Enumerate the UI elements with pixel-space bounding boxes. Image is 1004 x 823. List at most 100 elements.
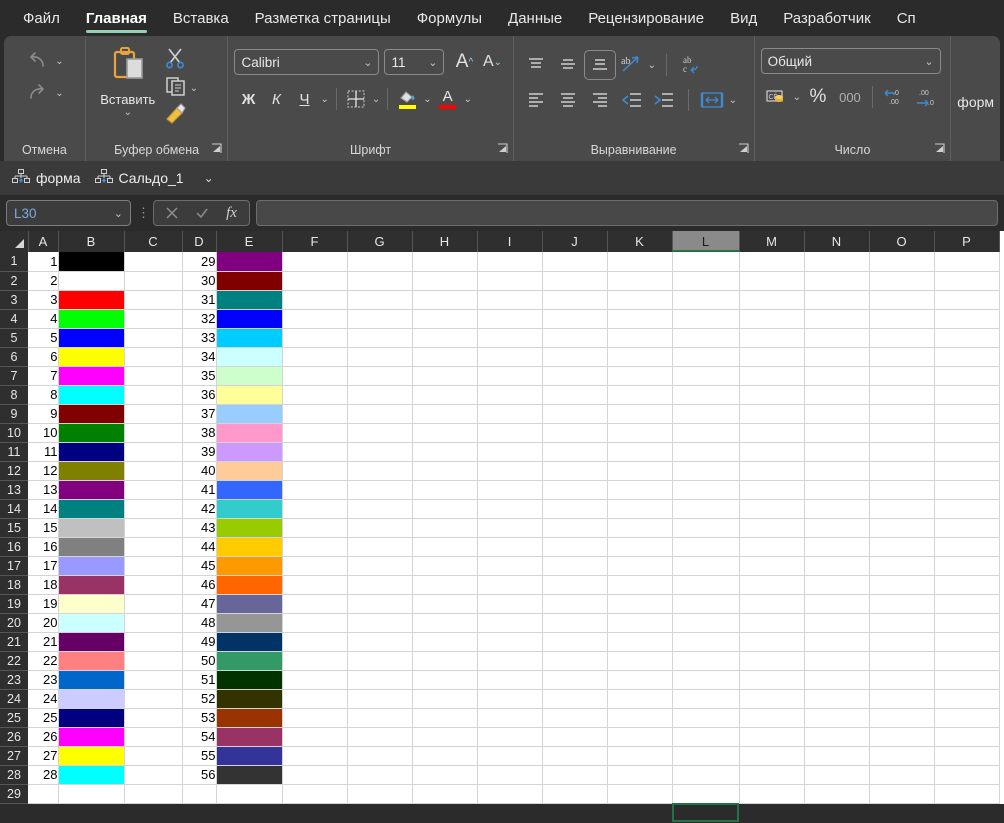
cell-A22[interactable]: 22 bbox=[28, 651, 59, 671]
cell-P5[interactable] bbox=[934, 328, 1000, 348]
cell-B7[interactable] bbox=[58, 366, 125, 386]
cell-M8[interactable] bbox=[739, 385, 805, 405]
cell-J16[interactable] bbox=[542, 537, 608, 557]
cell-D18[interactable]: 46 bbox=[182, 575, 217, 595]
cell-J28[interactable] bbox=[542, 765, 608, 785]
cell-A18[interactable]: 18 bbox=[28, 575, 59, 595]
cell-A2[interactable]: 2 bbox=[28, 271, 59, 291]
cell-H20[interactable] bbox=[412, 613, 478, 633]
cell-D6[interactable]: 34 bbox=[182, 347, 217, 367]
row-header-25[interactable]: 25 bbox=[0, 708, 28, 728]
align-middle-icon[interactable] bbox=[552, 51, 584, 79]
row-header-28[interactable]: 28 bbox=[0, 765, 28, 785]
cell-D7[interactable]: 35 bbox=[182, 366, 217, 386]
row-header-24[interactable]: 24 bbox=[0, 689, 28, 709]
cell-G18[interactable] bbox=[347, 575, 413, 595]
font-name-select[interactable]: Calibri ⌄ bbox=[234, 49, 380, 75]
cell-I5[interactable] bbox=[477, 328, 543, 348]
cell-L29[interactable] bbox=[672, 784, 740, 804]
cell-O18[interactable] bbox=[869, 575, 935, 595]
cell-C23[interactable] bbox=[124, 670, 183, 690]
cell-L7[interactable] bbox=[672, 366, 740, 386]
number-dialog-launcher-icon[interactable] bbox=[934, 143, 945, 157]
cell-K12[interactable] bbox=[607, 461, 673, 481]
cell-N9[interactable] bbox=[804, 404, 870, 424]
cell-A3[interactable]: 3 bbox=[28, 290, 59, 310]
cell-F24[interactable] bbox=[282, 689, 348, 709]
cell-P19[interactable] bbox=[934, 594, 1000, 614]
cell-B16[interactable] bbox=[58, 537, 125, 557]
cell-P27[interactable] bbox=[934, 746, 1000, 766]
alignment-dialog-launcher-icon[interactable] bbox=[738, 143, 749, 157]
cell-H14[interactable] bbox=[412, 499, 478, 519]
cell-G11[interactable] bbox=[347, 442, 413, 462]
cell-O15[interactable] bbox=[869, 518, 935, 538]
cell-O3[interactable] bbox=[869, 290, 935, 310]
row-header-21[interactable]: 21 bbox=[0, 632, 28, 652]
cell-M26[interactable] bbox=[739, 727, 805, 747]
cell-F13[interactable] bbox=[282, 480, 348, 500]
cell-G14[interactable] bbox=[347, 499, 413, 519]
cell-H18[interactable] bbox=[412, 575, 478, 595]
cell-C18[interactable] bbox=[124, 575, 183, 595]
cell-M28[interactable] bbox=[739, 765, 805, 785]
ribbon-tab-5[interactable]: Данные bbox=[495, 0, 575, 36]
cell-P18[interactable] bbox=[934, 575, 1000, 595]
cell-E27[interactable] bbox=[216, 746, 283, 766]
cell-D27[interactable]: 55 bbox=[182, 746, 217, 766]
cell-H11[interactable] bbox=[412, 442, 478, 462]
row-header-6[interactable]: 6 bbox=[0, 347, 28, 367]
cell-M4[interactable] bbox=[739, 309, 805, 329]
cell-C15[interactable] bbox=[124, 518, 183, 538]
cell-O10[interactable] bbox=[869, 423, 935, 443]
cell-M3[interactable] bbox=[739, 290, 805, 310]
row-header-8[interactable]: 8 bbox=[0, 385, 28, 405]
cell-D23[interactable]: 51 bbox=[182, 670, 217, 690]
align-right-icon[interactable] bbox=[584, 86, 616, 114]
cell-M24[interactable] bbox=[739, 689, 805, 709]
cell-F19[interactable] bbox=[282, 594, 348, 614]
sheet-tab-1[interactable]: Сальдо_1 bbox=[94, 168, 184, 188]
cell-F6[interactable] bbox=[282, 347, 348, 367]
cell-G10[interactable] bbox=[347, 423, 413, 443]
cell-J25[interactable] bbox=[542, 708, 608, 728]
cell-G13[interactable] bbox=[347, 480, 413, 500]
cell-A9[interactable]: 9 bbox=[28, 404, 59, 424]
cell-O29[interactable] bbox=[869, 784, 935, 804]
cell-H9[interactable] bbox=[412, 404, 478, 424]
cell-D16[interactable]: 44 bbox=[182, 537, 217, 557]
select-all-corner[interactable] bbox=[0, 231, 29, 252]
cell-E2[interactable] bbox=[216, 271, 283, 291]
cell-D25[interactable]: 53 bbox=[182, 708, 217, 728]
cell-N15[interactable] bbox=[804, 518, 870, 538]
cell-P3[interactable] bbox=[934, 290, 1000, 310]
cell-A4[interactable]: 4 bbox=[28, 309, 59, 329]
cell-J7[interactable] bbox=[542, 366, 608, 386]
cell-A13[interactable]: 13 bbox=[28, 480, 59, 500]
cell-I7[interactable] bbox=[477, 366, 543, 386]
cell-I4[interactable] bbox=[477, 309, 543, 329]
cell-M9[interactable] bbox=[739, 404, 805, 424]
cell-G9[interactable] bbox=[347, 404, 413, 424]
cell-P14[interactable] bbox=[934, 499, 1000, 519]
cell-H6[interactable] bbox=[412, 347, 478, 367]
cell-G23[interactable] bbox=[347, 670, 413, 690]
cell-H15[interactable] bbox=[412, 518, 478, 538]
cell-O19[interactable] bbox=[869, 594, 935, 614]
cell-J26[interactable] bbox=[542, 727, 608, 747]
cell-C14[interactable] bbox=[124, 499, 183, 519]
cell-E16[interactable] bbox=[216, 537, 283, 557]
cell-E20[interactable] bbox=[216, 613, 283, 633]
cell-F8[interactable] bbox=[282, 385, 348, 405]
cell-E10[interactable] bbox=[216, 423, 283, 443]
cell-B27[interactable] bbox=[58, 746, 125, 766]
cell-N4[interactable] bbox=[804, 309, 870, 329]
cell-C24[interactable] bbox=[124, 689, 183, 709]
row-header-10[interactable]: 10 bbox=[0, 423, 28, 443]
cell-K8[interactable] bbox=[607, 385, 673, 405]
cell-M1[interactable] bbox=[739, 252, 805, 272]
cell-N24[interactable] bbox=[804, 689, 870, 709]
cell-J20[interactable] bbox=[542, 613, 608, 633]
cell-L8[interactable] bbox=[672, 385, 740, 405]
cell-F4[interactable] bbox=[282, 309, 348, 329]
